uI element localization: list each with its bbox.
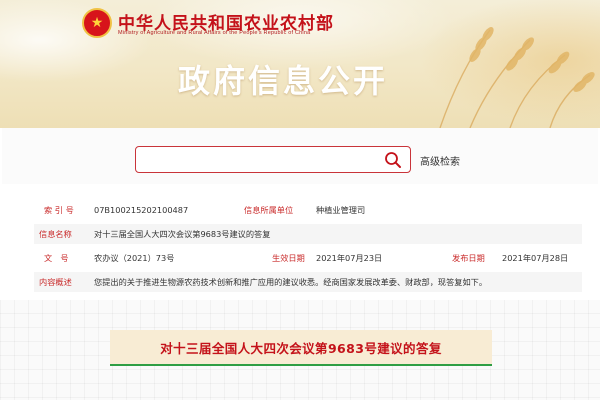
info-table: 索 引 号 07B100215202100487 信息所属单位 种植业管理司 信… [2, 194, 598, 294]
search-input[interactable] [140, 149, 376, 170]
search-box [135, 146, 411, 173]
header-banner: ★ 中华人民共和国农业农村部 Ministry of Agriculture a… [0, 0, 600, 128]
summary-label: 内容概述 [39, 277, 72, 287]
search-icon [385, 152, 401, 168]
info-row-docno: 文 号 农办议（2021）73号 生效日期 2021年07月23日 发布日期 2… [34, 248, 582, 268]
effective-date-value: 2021年07月23日 [316, 253, 383, 263]
publish-date-value: 2021年07月28日 [502, 253, 569, 263]
owner-value: 种植业管理司 [316, 205, 366, 215]
document-title: 对十三届全国人大四次会议第9683号建议的答复 [160, 340, 442, 356]
index-value: 07B100215202100487 [94, 205, 189, 215]
publish-date-label: 发布日期 [452, 253, 485, 263]
banner-title: 政府信息公开 [178, 62, 389, 100]
search-button[interactable] [382, 150, 404, 170]
owner-label: 信息所属单位 [244, 205, 294, 215]
wheat-illustration [439, 27, 595, 128]
info-row-name: 信息名称 对十三届全国人大四次会议第9683号建议的答复 [34, 224, 582, 244]
doc-no-label: 文 号 [44, 253, 69, 263]
index-label: 索 引 号 [44, 205, 74, 215]
advanced-search-link[interactable]: 高级检索 [420, 153, 460, 168]
ministry-name-en: Ministry of Agriculture and Rural Affair… [118, 30, 311, 36]
name-label: 信息名称 [39, 229, 72, 239]
info-row-summary: 内容概述 您提出的关于推进生物源农药技术创新和推广应用的建议收悉。经商国家发展改… [34, 272, 582, 292]
name-value: 对十三届全国人大四次会议第9683号建议的答复 [94, 229, 271, 239]
national-emblem-icon: ★ [82, 8, 112, 38]
info-row-index: 索 引 号 07B100215202100487 信息所属单位 种植业管理司 [34, 200, 582, 220]
effective-date-label: 生效日期 [272, 253, 305, 263]
document-title-box: 对十三届全国人大四次会议第9683号建议的答复 [110, 330, 492, 366]
doc-no-value: 农办议（2021）73号 [94, 253, 175, 263]
summary-value: 您提出的关于推进生物源农药技术创新和推广应用的建议收悉。经商国家发展改革委、财政… [94, 277, 488, 287]
